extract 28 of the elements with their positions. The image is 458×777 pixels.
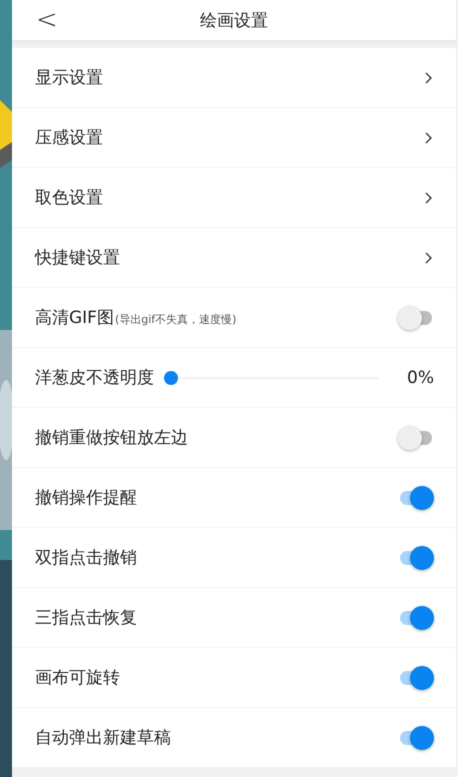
settings-row[interactable]: 三指点击恢复 — [12, 588, 456, 647]
setting-label: 高清GIF图 — [35, 307, 114, 329]
setting-label: 洋葱皮不透明度 — [35, 367, 154, 389]
setting-label: 压感设置 — [35, 127, 103, 149]
setting-label: 撤销操作提醒 — [35, 487, 137, 509]
settings-row[interactable]: 双指点击撤销 — [12, 528, 456, 587]
settings-row[interactable]: 高清GIF图(导出gif不失真，速度慢) — [12, 288, 456, 347]
setting-label: 自动弹出新建草稿 — [35, 727, 171, 749]
settings-row[interactable]: 快捷键设置 — [12, 228, 456, 287]
settings-row[interactable]: 撤销操作提醒 — [12, 468, 456, 527]
settings-row[interactable]: 画布可旋转 — [12, 648, 456, 707]
settings-row[interactable]: 取色设置 — [12, 168, 456, 227]
slider-value: 0% — [407, 368, 434, 388]
settings-row[interactable]: 洋葱皮不透明度 0% — [12, 348, 456, 407]
settings-row[interactable]: 撤销重做按钮放左边 — [12, 408, 456, 467]
setting-label: 双指点击撤销 — [35, 547, 137, 569]
setting-label: 取色设置 — [35, 187, 103, 209]
back-button[interactable]: < — [28, 5, 66, 35]
settings-row[interactable]: 自动弹出新建草稿 — [12, 708, 456, 767]
setting-label: 显示设置 — [35, 67, 103, 89]
setting-label: 画布可旋转 — [35, 667, 120, 689]
page-title: 绘画设置 — [200, 10, 268, 32]
setting-label: 快捷键设置 — [35, 247, 120, 269]
setting-label: 撤销重做按钮放左边 — [35, 427, 188, 449]
settings-row[interactable]: 压感设置 — [12, 108, 456, 167]
setting-label: 三指点击恢复 — [35, 607, 137, 629]
settings-row[interactable]: 显示设置 — [12, 48, 456, 107]
setting-hint: (导出gif不失真，速度慢) — [114, 312, 236, 327]
